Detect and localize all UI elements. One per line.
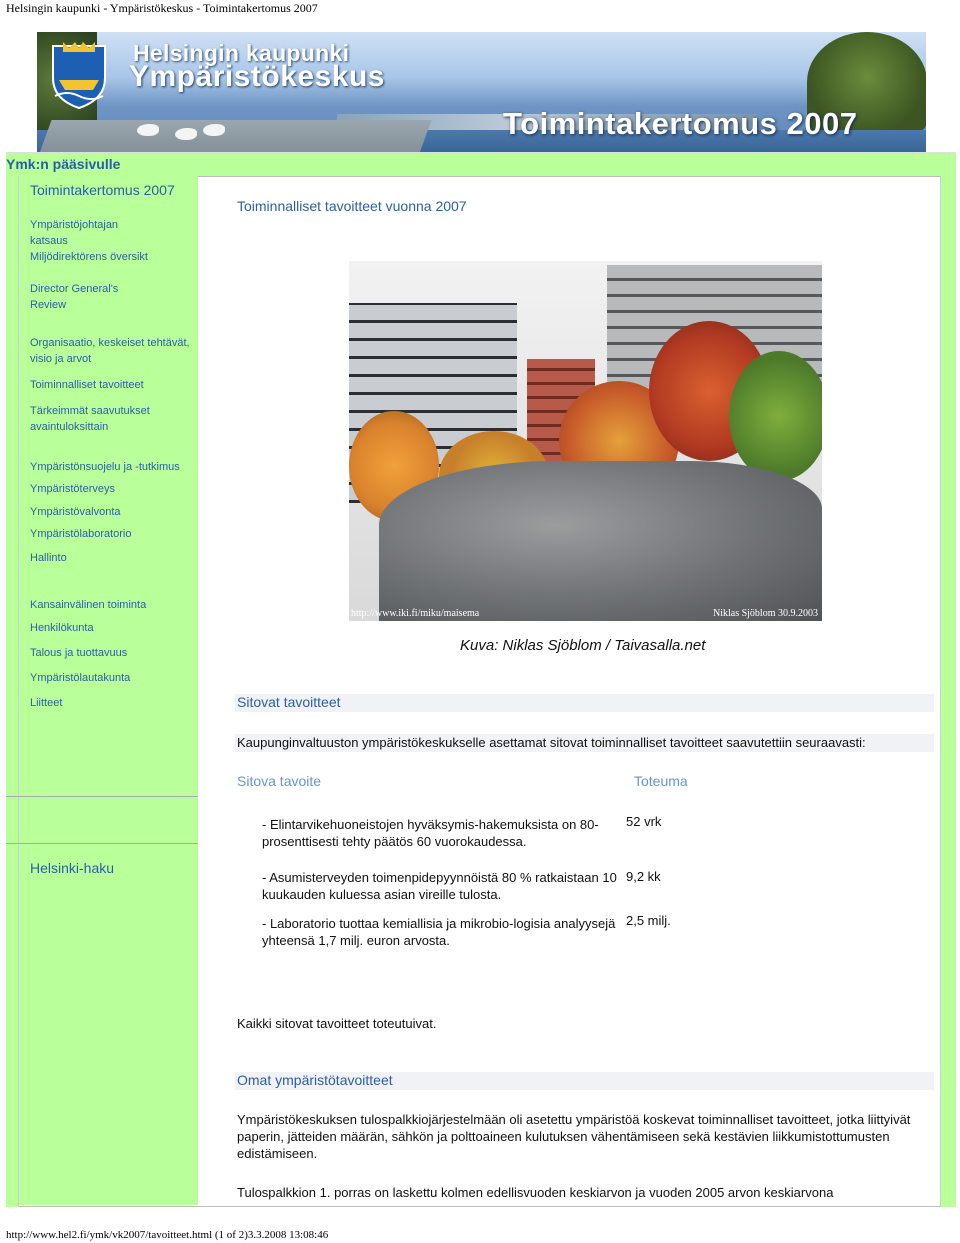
swan-shape xyxy=(137,124,159,136)
binding-goals-summary: Kaikki sitovat tavoitteet toteutuivat. xyxy=(237,1016,437,1031)
goal-item: - Asumisterveyden toimenpidepyynnöistä 8… xyxy=(262,870,617,902)
photo-tree xyxy=(729,351,822,481)
photo-caption-author: Niklas Sjöblom 30.9.2003 xyxy=(712,608,818,619)
sidebar-divider xyxy=(6,843,198,844)
sidebar-item-environmental-health[interactable]: Ympäristöterveys xyxy=(30,481,196,497)
goal-item: - Elintarvikehuoneistojen hyväksymis-hak… xyxy=(262,817,599,849)
binding-goals-heading: Sitovat tavoitteet xyxy=(237,694,341,710)
column-header-result: Toteuma xyxy=(634,773,688,789)
sidebar-item-organisation[interactable]: Organisaatio, keskeiset tehtävät, visio … xyxy=(30,335,198,367)
sidebar-item-international[interactable]: Kansainvälinen toiminta xyxy=(30,597,196,613)
sidebar-section-title: Toimintakertomus 2007 xyxy=(30,182,175,198)
sidebar-item-director-review-fi[interactable]: Ympäristöjohtajan katsaus xyxy=(30,217,150,249)
department-name: Ympäristökeskus xyxy=(129,60,385,93)
sidebar-gutter xyxy=(6,176,19,1207)
report-title: Toimintakertomus 2007 xyxy=(503,106,858,141)
sidebar-item-operational-goals[interactable]: Toiminnalliset tavoitteet xyxy=(30,377,196,393)
header-banner: Helsingin kaupunki Ympäristökeskus Toimi… xyxy=(37,32,926,152)
home-link[interactable]: Ymk:n pääsivulle xyxy=(6,156,120,172)
column-header-goal: Sitova tavoite xyxy=(237,773,322,789)
goal-result: 2,5 milj. xyxy=(626,913,671,928)
sidebar-item-director-review-en[interactable]: Director General's Review xyxy=(30,281,150,313)
banner-shore xyxy=(37,120,432,152)
page-title: Toiminnalliset tavoitteet vuonna 2007 xyxy=(237,198,467,214)
own-goals-paragraph-2: Tulospalkkion 1. porras on laskettu kolm… xyxy=(237,1185,834,1200)
photo-credit: Kuva: Niklas Sjöblom / Taivasalla.net xyxy=(460,637,706,654)
footer-url: http://www.hel2.fi/ymk/vk2007/tavoitteet… xyxy=(6,1229,329,1241)
own-goals-paragraph: Ympäristökeskuksen tulospalkkiojärjestel… xyxy=(237,1112,911,1161)
sidebar-item-administration[interactable]: Hallinto xyxy=(30,550,196,566)
sidebar-item-environmental-protection[interactable]: Ympäristönsuojelu ja -tutkimus xyxy=(30,459,196,475)
top-nav-strip: Ymk:n pääsivulle xyxy=(6,152,956,176)
sidebar-divider xyxy=(6,796,198,797)
main-content: Toiminnalliset tavoitteet vuonna 2007 ht… xyxy=(198,176,940,1207)
swan-shape xyxy=(203,124,225,136)
helsinki-search-link[interactable]: Helsinki-haku xyxy=(30,860,196,876)
sidebar-item-laboratory[interactable]: Ympäristölaboratorio xyxy=(30,526,196,542)
sidebar-item-appendices[interactable]: Liitteet xyxy=(30,695,196,711)
sidebar-item-finance[interactable]: Talous ja tuottavuus xyxy=(30,645,196,661)
goal-result: 52 vrk xyxy=(626,814,662,829)
swan-shape xyxy=(175,128,197,140)
photo-rock xyxy=(379,461,822,621)
sidebar: Toimintakertomus 2007 Ympäristöjohtajan … xyxy=(19,176,198,1205)
sidebar-item-key-achievements[interactable]: Tärkeimmät saavutukset avaintuloksittain xyxy=(30,403,160,435)
helsinki-crest-icon xyxy=(52,42,106,110)
binding-goals-intro: Kaupunginvaltuuston ympäristökeskukselle… xyxy=(237,735,866,750)
own-goals-heading: Omat ympäristötavoitteet xyxy=(237,1072,393,1088)
photo-caption-url: http://www.iki.fi/miku/maisema xyxy=(351,608,480,619)
document-title: Helsingin kaupunki - Ympäristökeskus - T… xyxy=(6,1,318,15)
sidebar-item-director-review-sv[interactable]: Miljödirektörens översikt xyxy=(30,249,150,265)
sidebar-item-personnel[interactable]: Henkilökunta xyxy=(30,620,196,636)
goal-item: - Laboratorio tuottaa kemiallisia ja mik… xyxy=(262,916,616,948)
sidebar-item-board[interactable]: Ympäristölautakunta xyxy=(30,670,196,686)
right-gutter xyxy=(940,176,956,1207)
sidebar-item-environmental-monitoring[interactable]: Ympäristövalvonta xyxy=(30,504,196,520)
autumn-photo: http://www.iki.fi/miku/maisema Niklas Sj… xyxy=(349,261,822,621)
goal-result: 9,2 kk xyxy=(626,869,661,884)
